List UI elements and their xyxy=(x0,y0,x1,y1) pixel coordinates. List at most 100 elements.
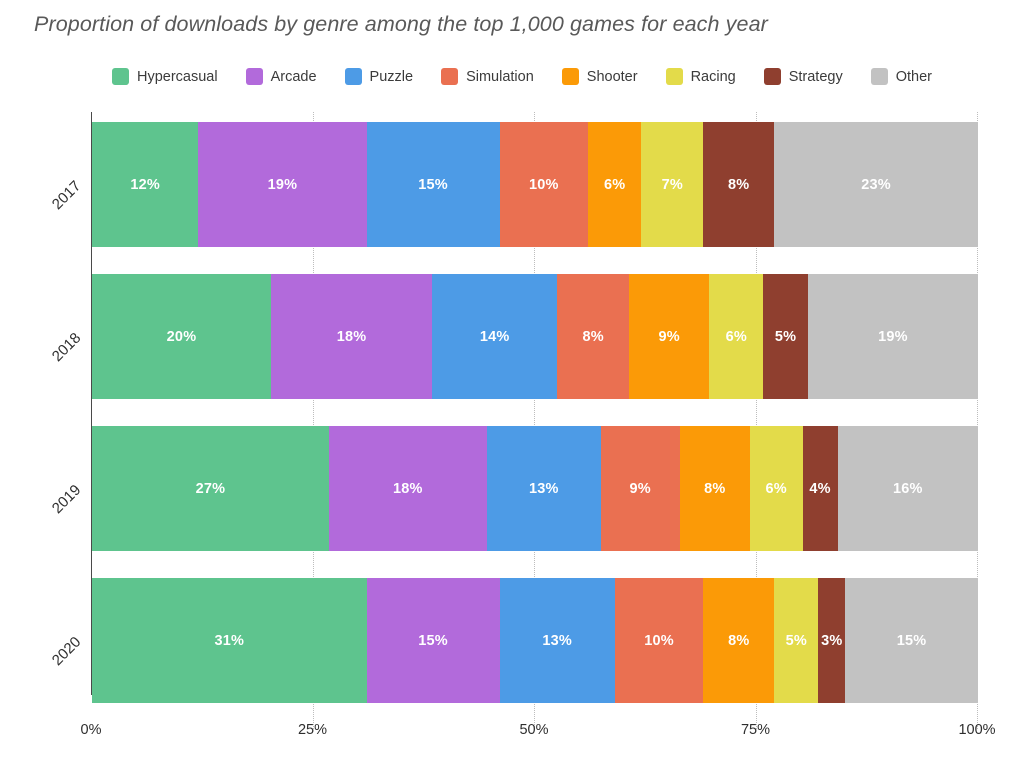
bar-segment[interactable]: 8% xyxy=(703,122,775,247)
bar-segment[interactable]: 31% xyxy=(92,578,367,703)
legend-item-label: Puzzle xyxy=(369,68,414,85)
bar-segment-label: 23% xyxy=(861,176,891,193)
bar-segment[interactable]: 8% xyxy=(703,578,775,703)
legend-swatch-icon xyxy=(763,68,781,85)
legend-item[interactable]: Racing xyxy=(665,68,736,85)
bar-row: 27% 18% 13% 9% 8% 6% 4% 16% xyxy=(92,426,978,551)
bar-segment[interactable]: 15% xyxy=(366,122,500,247)
bar-segment[interactable]: 7% xyxy=(641,122,704,247)
bar-segment-label: 16% xyxy=(892,480,923,497)
bar-segment[interactable]: 8% xyxy=(679,426,750,551)
bar-segment[interactable]: 19% xyxy=(807,274,978,399)
bar-segment[interactable]: 6% xyxy=(588,122,642,247)
bar-segment[interactable]: 18% xyxy=(270,274,433,399)
legend-item[interactable]: Simulation xyxy=(441,68,534,85)
bar-segment[interactable]: 14% xyxy=(432,274,558,399)
legend-item-label: Arcade xyxy=(270,68,317,85)
bar-segment[interactable]: 12% xyxy=(92,122,199,247)
bar-segment-label: 15% xyxy=(896,632,927,649)
bar-segment-label: 3% xyxy=(821,632,843,649)
bar-segment-label: 27% xyxy=(195,480,226,497)
bar-segment-label: 14% xyxy=(479,328,510,345)
page-title: Proportion of downloads by genre among t… xyxy=(34,12,768,36)
legend-swatch-icon xyxy=(665,68,683,85)
legend-item[interactable]: Arcade xyxy=(245,68,317,85)
legend-swatch-icon xyxy=(441,68,459,85)
x-axis-tick-label: 50% xyxy=(519,722,549,738)
legend-swatch-icon xyxy=(245,68,263,85)
bar-segment[interactable]: 10% xyxy=(614,578,704,703)
bar-segment-label: 8% xyxy=(728,176,750,193)
bar-segment-label: 19% xyxy=(878,328,908,345)
bar-segment[interactable]: 8% xyxy=(557,274,629,399)
bar-segment[interactable]: 13% xyxy=(486,426,601,551)
legend-item[interactable]: Hypercasual xyxy=(112,68,218,85)
bar-segment[interactable]: 3% xyxy=(818,578,846,703)
y-axis-tick-label: 2019 xyxy=(48,480,85,517)
bar-segment-label: 5% xyxy=(774,328,797,345)
x-axis-tick-label: 75% xyxy=(740,722,771,738)
y-axis-tick-label: 2017 xyxy=(48,176,85,213)
legend-swatch-icon xyxy=(870,68,888,85)
bar-segment[interactable]: 4% xyxy=(802,426,838,551)
bar-segment-label: 6% xyxy=(725,328,747,345)
legend-item[interactable]: Other xyxy=(870,68,932,85)
y-axis-tick-label: 2018 xyxy=(48,328,85,365)
legend-item[interactable]: Strategy xyxy=(763,68,843,85)
bar-segment-label: 10% xyxy=(644,632,674,649)
bar-segment-label: 5% xyxy=(785,632,808,649)
bar-segment-label: 15% xyxy=(418,176,448,193)
bar-segment-label: 18% xyxy=(392,480,423,497)
bar-segment[interactable]: 9% xyxy=(628,274,710,399)
bar-segment[interactable]: 16% xyxy=(837,426,978,551)
bar-segment-label: 9% xyxy=(629,480,651,497)
bar-segment-label: 15% xyxy=(418,632,448,649)
legend-item-label: Other xyxy=(895,68,932,85)
bar-segment-label: 13% xyxy=(528,480,559,497)
chart-legend: Hypercasual Arcade Puzzle Simulation Shooter… xyxy=(112,68,960,85)
bar-segment-label: 19% xyxy=(267,176,298,193)
bar-segment-label: 6% xyxy=(604,176,626,193)
legend-item-label: Racing xyxy=(690,68,736,85)
bar-segment-label: 8% xyxy=(582,328,604,345)
bar-segment[interactable]: 19% xyxy=(198,122,367,247)
bar-segment-label: 8% xyxy=(704,480,726,497)
legend-swatch-icon xyxy=(112,68,129,85)
bar-segment[interactable]: 9% xyxy=(600,426,680,551)
bar-segment-label: 6% xyxy=(765,480,787,497)
bar-segment[interactable]: 6% xyxy=(709,274,764,399)
bar-segment[interactable]: 27% xyxy=(92,426,329,551)
bar-row: 31% 15% 13% 10% 8% 5% 3% 15% xyxy=(92,578,978,703)
bar-segment[interactable]: 23% xyxy=(774,122,978,247)
bar-row: 20% 18% 14% 8% 9% 6% 5% 19% xyxy=(92,274,978,399)
bar-segment-label: 4% xyxy=(809,480,831,497)
bar-segment[interactable]: 20% xyxy=(92,274,271,399)
bar-segment-label: 13% xyxy=(542,632,572,649)
bar-segment[interactable]: 5% xyxy=(763,274,808,399)
bar-segment[interactable]: 13% xyxy=(499,578,615,703)
bar-row: 12% 19% 15% 10% 6% 7% 8% 23% xyxy=(92,122,978,247)
bar-segment[interactable]: 10% xyxy=(499,122,589,247)
x-axis-tick-label: 100% xyxy=(958,722,996,738)
y-axis-tick-labels: 2017 2018 2019 2020 xyxy=(0,112,84,695)
legend-item-label: Strategy xyxy=(788,68,843,85)
bar-segment-label: 18% xyxy=(336,328,367,345)
legend-item-label: Hypercasual xyxy=(137,68,218,85)
bar-segment[interactable]: 18% xyxy=(328,426,487,551)
bar-segment-label: 8% xyxy=(728,632,750,649)
legend-item[interactable]: Shooter xyxy=(561,68,638,85)
x-axis-tick-label: 0% xyxy=(80,722,102,738)
bar-segment[interactable]: 15% xyxy=(366,578,500,703)
bar-segment[interactable]: 5% xyxy=(774,578,819,703)
y-axis-tick-label: 2020 xyxy=(48,632,85,669)
bar-segment-label: 31% xyxy=(214,632,245,649)
x-axis-tick-label: 25% xyxy=(297,722,328,738)
legend-item[interactable]: Puzzle xyxy=(344,68,414,85)
bar-segment[interactable]: 6% xyxy=(749,426,803,551)
bar-segment-label: 7% xyxy=(661,176,683,193)
bar-segment-label: 10% xyxy=(529,176,559,193)
bar-segment-label: 20% xyxy=(166,328,197,345)
legend-item-label: Shooter xyxy=(586,68,638,85)
bar-segment[interactable]: 15% xyxy=(845,578,978,703)
bar-segment-label: 9% xyxy=(658,328,680,345)
